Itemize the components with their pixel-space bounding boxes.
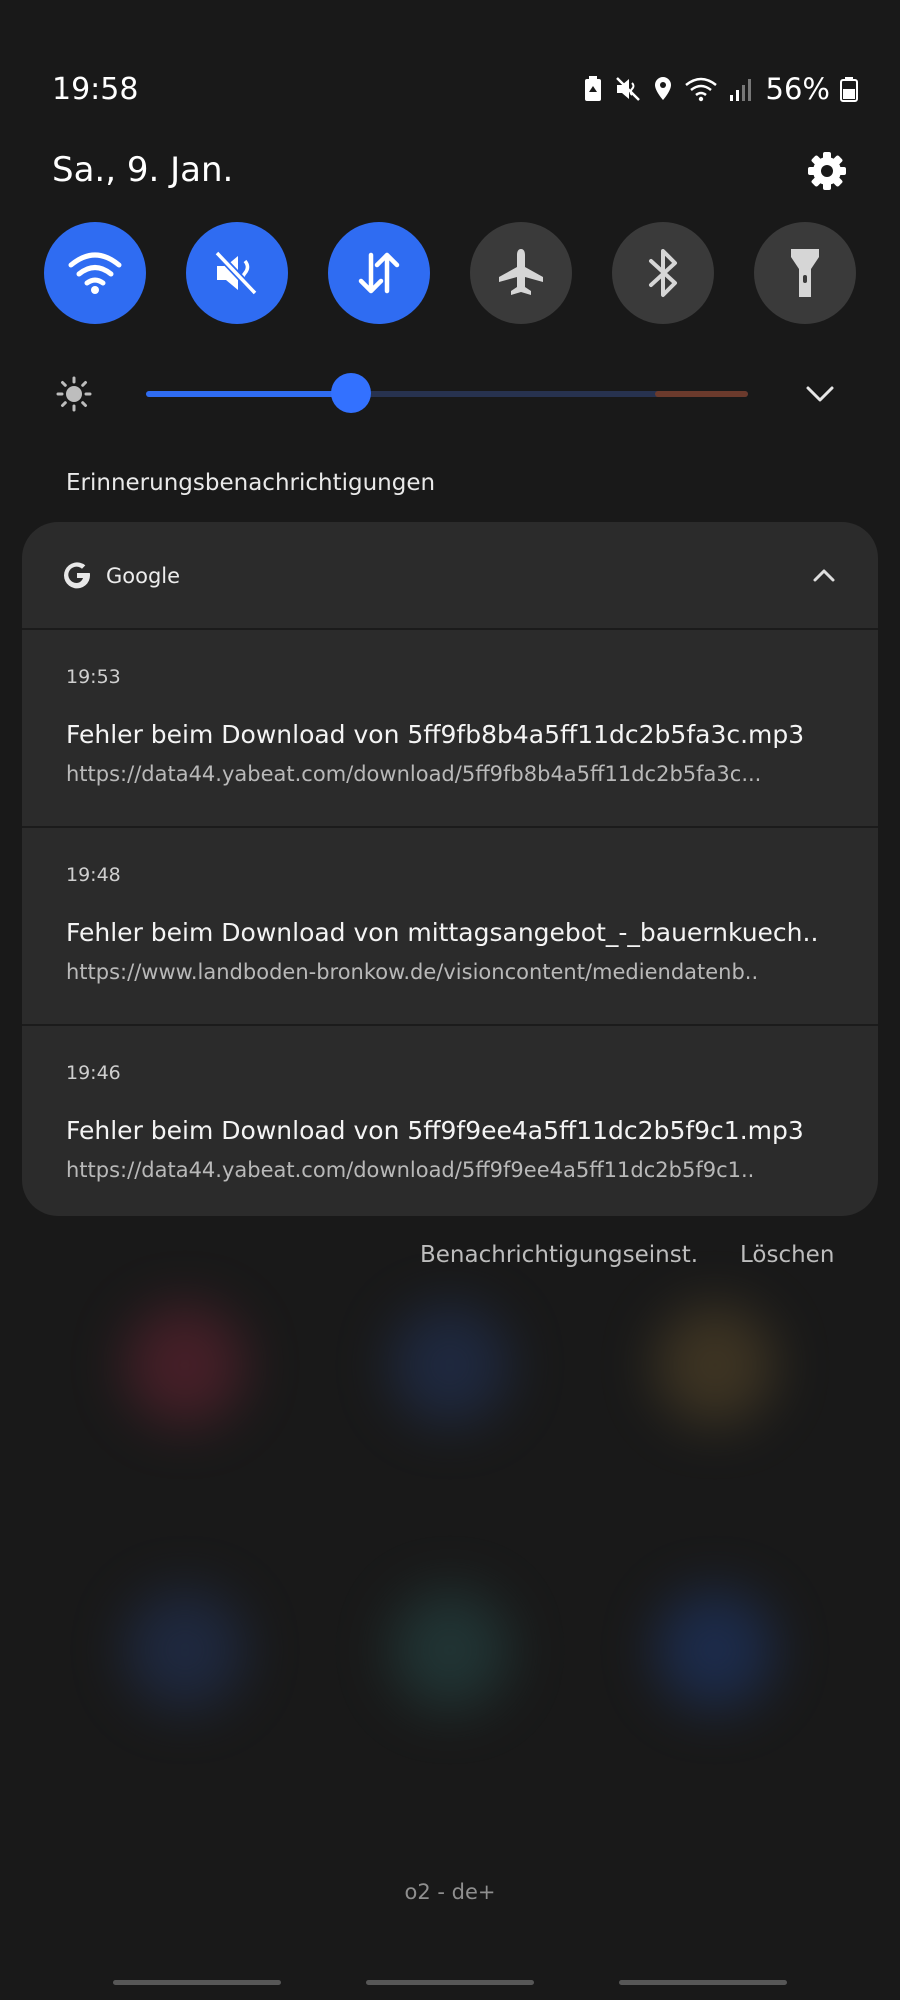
notification-title: Fehler beim Download von 5ff9f9ee4a5ff11… — [66, 1116, 804, 1145]
flashlight-toggle[interactable] — [754, 222, 856, 324]
wifi-toggle[interactable] — [44, 222, 146, 324]
background-app-icon — [125, 1305, 245, 1425]
expand-chevron-icon[interactable] — [800, 376, 840, 412]
airplane-mode-toggle[interactable] — [470, 222, 572, 324]
chevron-up-icon[interactable] — [808, 560, 840, 592]
brightness-slider-thumb[interactable] — [330, 373, 371, 413]
clear-notifications-button[interactable]: Löschen — [740, 1242, 834, 1268]
sound-mode-toggle[interactable] — [186, 222, 288, 324]
battery-saver-icon — [584, 76, 601, 101]
airplane-icon — [499, 249, 543, 295]
battery-icon — [840, 77, 858, 102]
nav-recent-button[interactable] — [113, 1980, 281, 1985]
notification-group-header[interactable]: Google — [22, 522, 878, 630]
nav-back-button[interactable] — [619, 1980, 787, 1985]
notification-url: https://data44.yabeat.com/download/5ff9f… — [66, 1158, 755, 1182]
battery-percent: 56% — [765, 72, 830, 106]
background-app-icon — [390, 1590, 510, 1710]
date: Sa., 9. Jan. — [52, 150, 234, 190]
brightness-slider-fill — [146, 391, 351, 397]
settings-gear-icon[interactable] — [806, 150, 848, 192]
wifi-icon — [68, 252, 122, 294]
bluetooth-icon — [649, 249, 677, 297]
background-app-icon — [655, 1590, 775, 1710]
background-app-icon — [390, 1305, 510, 1425]
status-icons: 56% — [582, 72, 858, 106]
notification-item[interactable]: 19:53 Fehler beim Download von 5ff9fb8b4… — [22, 630, 878, 828]
notification-time: 19:48 — [66, 864, 121, 886]
notification-item[interactable]: 19:46 Fehler beim Download von 5ff9f9ee4… — [22, 1026, 878, 1216]
signal-icon — [729, 79, 751, 101]
notification-time: 19:46 — [66, 1062, 121, 1084]
brightness-extra-range — [655, 391, 748, 397]
google-logo-icon — [64, 562, 91, 589]
notification-app-name: Google — [106, 564, 181, 588]
notification-url: https://data44.yabeat.com/download/5ff9f… — [66, 762, 762, 786]
mobile-data-toggle[interactable] — [328, 222, 430, 324]
notification-section-label: Erinnerungsbenachrichtigungen — [66, 470, 436, 496]
background-app-icon — [655, 1305, 775, 1425]
notification-item[interactable]: 19:48 Fehler beim Download von mittagsan… — [22, 828, 878, 1026]
wifi-status-icon — [684, 77, 717, 102]
bluetooth-toggle[interactable] — [612, 222, 714, 324]
notification-settings-button[interactable]: Benachrichtigungseinst. — [420, 1242, 698, 1268]
mute-icon — [615, 77, 640, 101]
carrier-label: o2 - de+ — [404, 1880, 496, 1904]
notification-group-card[interactable]: Google 19:53 Fehler beim Download von 5f… — [22, 522, 878, 1216]
background-app-icon — [125, 1590, 245, 1710]
nav-home-button[interactable] — [366, 1980, 534, 1985]
mute-icon — [214, 250, 258, 296]
mobile-data-icon — [358, 252, 400, 294]
notification-title: Fehler beim Download von 5ff9fb8b4a5ff11… — [66, 720, 805, 749]
location-icon — [654, 77, 671, 100]
clock: 19:58 — [52, 72, 139, 107]
brightness-icon — [56, 376, 92, 412]
notification-title: Fehler beim Download von mittagsangebot_… — [66, 918, 819, 947]
notification-time: 19:53 — [66, 666, 121, 688]
status-bar: 19:58 56% Sa., 9. Jan. — [0, 0, 900, 190]
notification-url: https://www.landboden-bronkow.de/visionc… — [66, 960, 759, 984]
flashlight-icon — [791, 249, 819, 297]
